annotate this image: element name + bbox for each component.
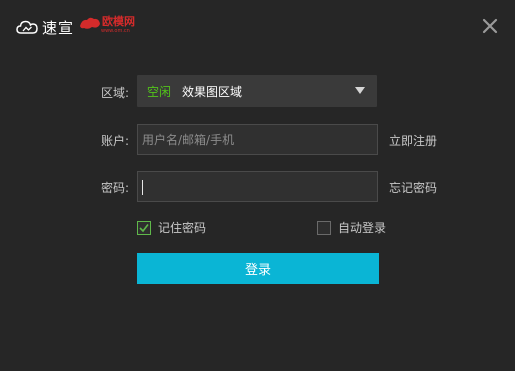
chevron-down-icon[interactable] <box>355 87 365 94</box>
account-label: 账户: <box>100 134 129 148</box>
login-button[interactable]: 登录 <box>137 253 379 284</box>
app-logo: 速宣 <box>16 16 74 38</box>
account-input[interactable] <box>138 125 377 154</box>
register-link[interactable]: 立即注册 <box>389 132 437 149</box>
remember-password-checkbox[interactable] <box>137 220 151 235</box>
text-cursor <box>142 180 143 195</box>
watermark-text: 欧模网 <box>102 15 135 28</box>
forgot-password-link[interactable]: 忘记密码 <box>389 179 437 196</box>
close-icon[interactable] <box>481 17 499 35</box>
auto-login-checkbox[interactable] <box>317 220 331 235</box>
watermark-logo-icon <box>80 17 100 29</box>
account-field[interactable] <box>137 124 378 155</box>
remember-password-label: 记住密码 <box>158 221 207 235</box>
password-label: 密码: <box>100 181 129 195</box>
region-value: 效果图区域 <box>182 85 243 99</box>
password-field[interactable] <box>137 171 378 202</box>
password-input[interactable] <box>138 172 377 201</box>
region-select[interactable]: 空闲 效果图区域 <box>137 75 377 107</box>
cloud-logo-icon <box>16 20 38 34</box>
region-status: 空闲 <box>147 85 172 99</box>
remember-password-option[interactable]: 记住密码 <box>137 219 206 236</box>
checkmark-icon <box>139 223 149 232</box>
auto-login-option[interactable]: 自动登录 <box>317 219 386 236</box>
auto-login-label: 自动登录 <box>338 221 387 235</box>
region-label: 区域: <box>100 86 129 100</box>
watermark-url: www.om.cn <box>101 28 130 34</box>
title-bar: 速宣 欧模网 www.om.cn <box>0 0 515 56</box>
brand-name: 速宣 <box>42 18 75 37</box>
